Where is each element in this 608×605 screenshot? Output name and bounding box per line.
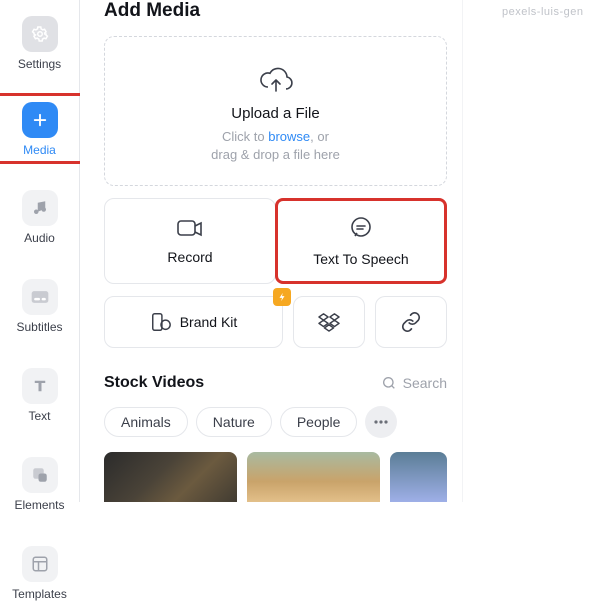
dots-icon — [374, 420, 388, 424]
cloud-upload-icon — [115, 65, 436, 95]
dropbox-icon — [318, 312, 340, 332]
more-pills-button[interactable] — [365, 406, 397, 438]
panel-divider[interactable] — [462, 0, 474, 502]
sidebar: Settings Media Audio Subtitles Text Elem… — [0, 0, 80, 502]
sidebar-item-text[interactable]: Text — [5, 360, 75, 427]
sidebar-item-label: Subtitles — [16, 320, 62, 334]
sidebar-item-audio[interactable]: Audio — [5, 182, 75, 249]
elements-icon — [22, 457, 58, 493]
stock-header: Stock Videos Search — [104, 374, 447, 392]
extras-row: Brand Kit — [104, 296, 447, 348]
brand-kit-label: Brand Kit — [180, 314, 238, 330]
stock-thumb[interactable] — [104, 452, 237, 502]
stock-title: Stock Videos — [104, 374, 204, 392]
upload-hint: Click to browse, or drag & drop a file h… — [115, 128, 436, 163]
browse-link[interactable]: browse — [268, 129, 310, 144]
sidebar-active-highlight: Media — [0, 93, 84, 164]
pill-animals[interactable]: Animals — [104, 407, 188, 437]
sidebar-item-label: Audio — [24, 231, 55, 245]
sidebar-item-subtitles[interactable]: Subtitles — [5, 271, 75, 338]
search-icon — [381, 375, 397, 391]
templates-icon — [22, 546, 58, 582]
sidebar-item-settings[interactable]: Settings — [5, 8, 75, 75]
brand-kit-button[interactable]: Brand Kit — [104, 296, 283, 348]
sidebar-item-elements[interactable]: Elements — [5, 449, 75, 516]
search-label: Search — [403, 375, 447, 391]
pill-nature[interactable]: Nature — [196, 407, 272, 437]
sidebar-item-label: Elements — [14, 498, 64, 512]
sidebar-item-label: Text — [28, 409, 50, 423]
text-icon — [22, 368, 58, 404]
brand-kit-icon — [150, 311, 172, 333]
upload-title: Upload a File — [115, 105, 436, 122]
upload-dropzone[interactable]: Upload a File Click to browse, or drag &… — [104, 36, 447, 186]
main-panel: Add Media Upload a File Click to browse,… — [80, 0, 465, 502]
sidebar-item-label: Templates — [12, 587, 67, 601]
pill-people[interactable]: People — [280, 407, 358, 437]
page-title: Add Media — [104, 0, 447, 22]
tts-label: Text To Speech — [313, 251, 408, 267]
text-to-speech-button[interactable]: Text To Speech — [275, 198, 447, 284]
sidebar-item-label: Media — [23, 143, 56, 157]
link-button[interactable] — [375, 296, 447, 348]
link-icon — [400, 311, 422, 333]
camera-icon — [176, 217, 204, 239]
record-button[interactable]: Record — [104, 198, 276, 284]
sidebar-item-media[interactable]: Media — [5, 98, 75, 159]
record-label: Record — [167, 249, 212, 265]
speech-bubble-icon — [348, 215, 374, 241]
category-pills: Animals Nature People — [104, 406, 447, 438]
sidebar-item-templates[interactable]: Templates — [5, 538, 75, 605]
stock-thumb[interactable] — [247, 452, 380, 502]
plus-icon — [22, 102, 58, 138]
sidebar-item-label: Settings — [18, 57, 61, 71]
dropbox-button[interactable] — [293, 296, 365, 348]
music-note-icon — [22, 190, 58, 226]
search-button[interactable]: Search — [381, 375, 447, 391]
tts-highlight — [275, 198, 447, 284]
stock-thumb[interactable] — [390, 452, 447, 502]
media-options-row: Record Text To Speech — [104, 198, 447, 284]
gear-icon — [22, 16, 58, 52]
right-panel: pexels-luis-gen — [474, 0, 608, 502]
subtitles-icon — [22, 279, 58, 315]
lightning-badge-icon — [273, 288, 291, 306]
right-panel-text: pexels-luis-gen — [474, 6, 608, 18]
stock-thumbnails — [104, 452, 447, 502]
